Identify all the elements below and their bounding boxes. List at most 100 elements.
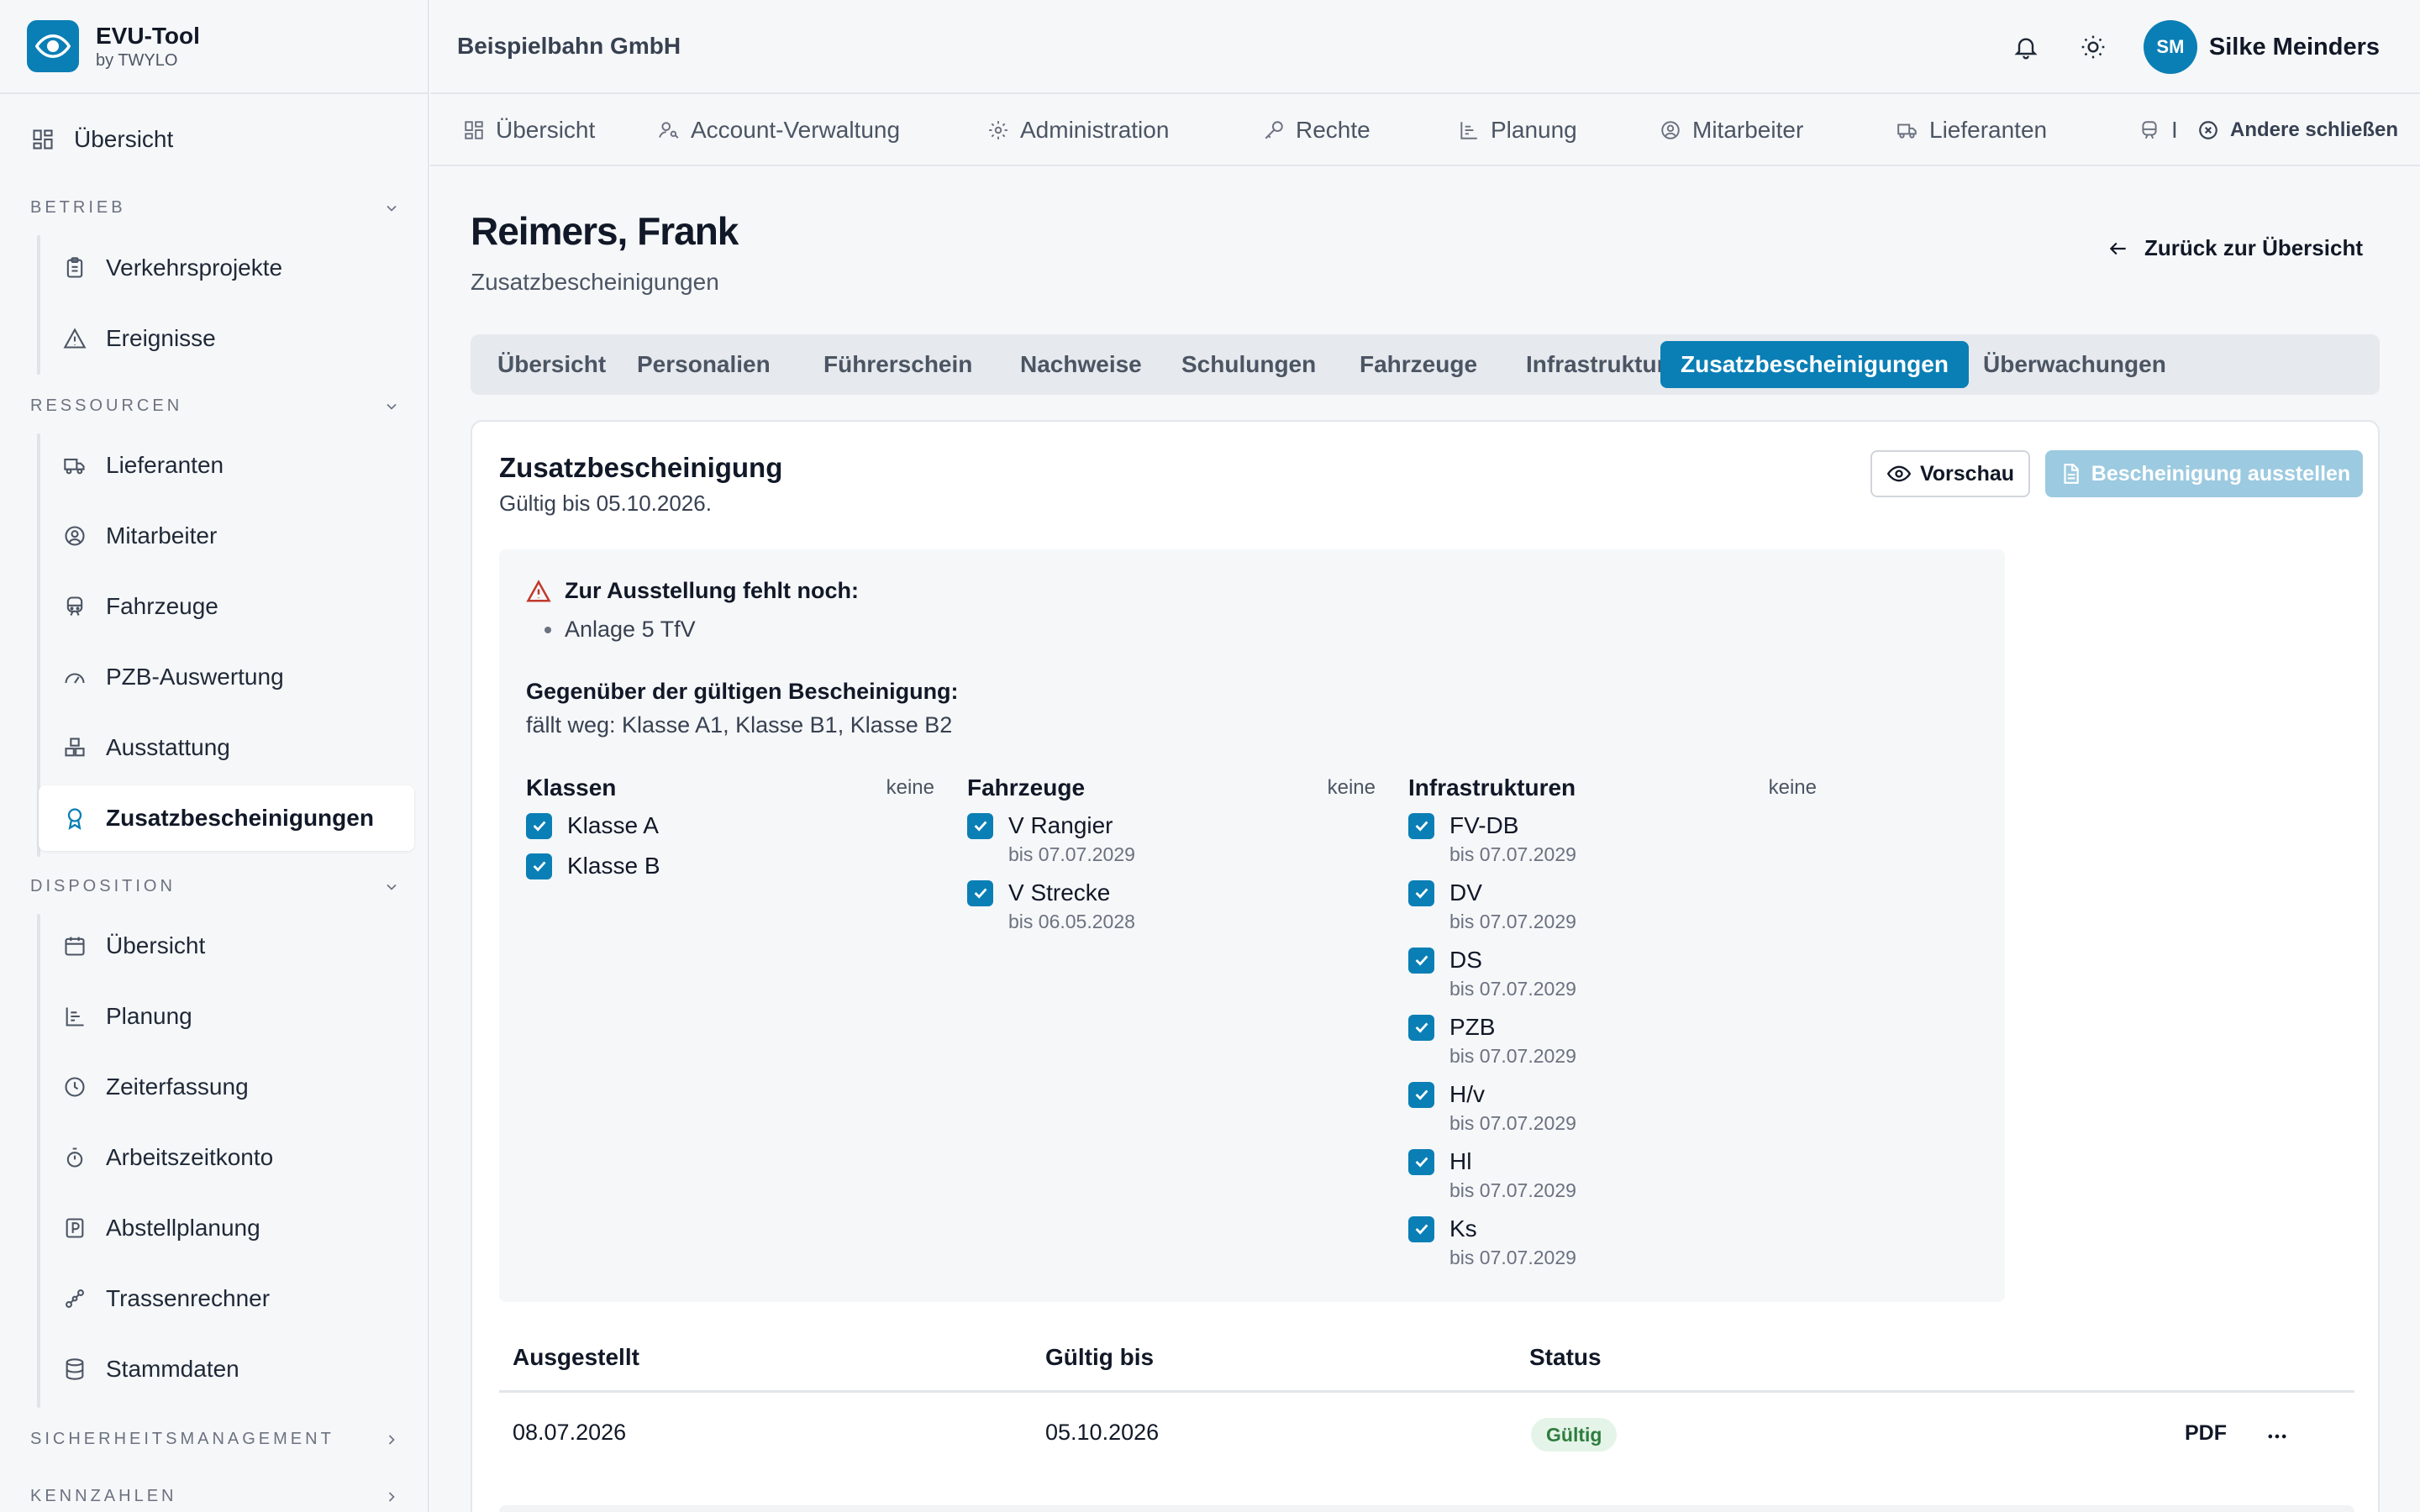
select-none-link[interactable]: keine	[1328, 776, 1376, 800]
sidebar-item-pzb-auswertung[interactable]: PZB-Auswertung	[39, 644, 414, 710]
subtab-personalien[interactable]: Personalien	[617, 341, 791, 388]
sidebar-item-mitarbeiter[interactable]: Mitarbeiter	[39, 503, 414, 569]
subtab-fuehrerschein[interactable]: Führerschein	[803, 341, 992, 388]
checkbox-item[interactable]: Klasse A	[526, 811, 659, 840]
checkbox-checked-icon[interactable]	[1408, 812, 1434, 839]
sidebar: EVU-Tool by TWYLO Übersicht Betrieb Verk…	[0, 0, 429, 1512]
checkbox-checked-icon[interactable]	[967, 879, 993, 906]
subtab-uebersicht[interactable]: Übersicht	[477, 341, 626, 388]
checkbox-checked-icon[interactable]	[1408, 1014, 1434, 1041]
checkbox-item[interactable]: Hl bis 07.07.2029	[1408, 1147, 1576, 1202]
tab-rechte[interactable]: Rechte	[1262, 94, 1370, 166]
company-name: Beispielbahn GmbH	[457, 33, 681, 59]
section-kennzahlen[interactable]: Kennzahlen	[30, 1487, 400, 1506]
issue-certificate-button[interactable]: Bescheinigung ausstellen	[2045, 450, 2363, 497]
checkbox-item[interactable]: V Strecke bis 06.05.2028	[967, 879, 1135, 933]
valid-until-sub: bis 07.07.2029	[1449, 1112, 1576, 1134]
checkbox-checked-icon[interactable]	[526, 853, 552, 879]
sidebar-item-stammdaten[interactable]: Stammdaten	[39, 1336, 414, 1402]
arrow-left-icon	[2106, 236, 2131, 261]
checkbox-item[interactable]: Ks bis 07.07.2029	[1408, 1215, 1576, 1269]
sidebar-item-label: Fahrzeuge	[106, 593, 218, 619]
tab-uebersicht[interactable]: Übersicht	[462, 94, 595, 166]
issue-label: Bescheinigung ausstellen	[2091, 461, 2351, 486]
sun-icon[interactable]	[2076, 30, 2110, 64]
sidebar-item-label: Ereignisse	[106, 325, 216, 351]
checkbox-checked-icon[interactable]	[1408, 1148, 1434, 1175]
tab-planung[interactable]: Planung	[1457, 94, 1577, 166]
award-icon	[62, 806, 87, 831]
gear-icon	[986, 118, 1010, 142]
more-options-icon[interactable]	[2260, 1420, 2294, 1453]
sidebar-item-zusatzbescheinigungen[interactable]: Zusatzbescheinigungen	[39, 785, 414, 851]
subtab-zusatzbescheinigungen[interactable]: Zusatzbescheinigungen	[1660, 341, 1969, 388]
pdf-link[interactable]: PDF	[2185, 1421, 2227, 1446]
section-title: Betrieb	[30, 198, 126, 217]
sidebar-item-label: Planung	[106, 1003, 192, 1029]
tab-administration[interactable]: Administration	[986, 94, 1169, 166]
tab-lieferanten[interactable]: Lieferanten	[1896, 94, 2047, 166]
bell-icon[interactable]	[2009, 30, 2043, 64]
tab-label: Account-Verwaltung	[691, 117, 901, 143]
checkbox-item[interactable]: H/v bis 07.07.2029	[1408, 1080, 1576, 1135]
checkbox-item[interactable]: FV-DB bis 07.07.2029	[1408, 811, 1576, 866]
sidebar-item-abstellplanung[interactable]: Abstellplanung	[39, 1195, 414, 1261]
close-circle-icon	[2196, 118, 2220, 142]
sidebar-item-verkehrsprojekte[interactable]: Verkehrsprojekte	[39, 235, 414, 301]
checkbox-checked-icon[interactable]	[1408, 1081, 1434, 1108]
bar-chart-icon	[62, 1004, 87, 1029]
sidebar-item-ausstattung[interactable]: Ausstattung	[39, 715, 414, 780]
checkbox-item[interactable]: DS bis 07.07.2029	[1408, 946, 1576, 1000]
subtab-ueberwachungen[interactable]: Überwachungen	[1963, 341, 2186, 388]
checkbox-item[interactable]: V Rangier bis 07.07.2029	[967, 811, 1135, 866]
section-disposition[interactable]: Disposition	[30, 877, 400, 896]
sidebar-item-trassenrechner[interactable]: Trassenrechner	[39, 1266, 414, 1331]
open-tabs-bar: Übersicht Account-Verwaltung Administrat…	[430, 94, 2420, 166]
checkbox-item[interactable]: Klasse B	[526, 852, 660, 880]
sidebar-item-zeiterfassung[interactable]: Zeiterfassung	[39, 1054, 414, 1120]
checkbox-item[interactable]: PZB bis 07.07.2029	[1408, 1013, 1576, 1068]
avatar[interactable]: SM	[2143, 20, 2197, 74]
tab-account-verwaltung[interactable]: Account-Verwaltung	[657, 94, 900, 166]
close-others-button[interactable]: Andere schließen	[2196, 94, 2398, 166]
subtab-fahrzeuge[interactable]: Fahrzeuge	[1339, 341, 1497, 388]
sidebar-item-fahrzeuge[interactable]: Fahrzeuge	[39, 574, 414, 639]
valid-until-sub: bis 07.07.2029	[1449, 843, 1576, 865]
checkbox-checked-icon[interactable]	[967, 812, 993, 839]
subtab-schulungen[interactable]: Schulungen	[1161, 341, 1336, 388]
tab-mitarbeiter[interactable]: Mitarbeiter	[1659, 94, 1803, 166]
checkbox-label: Ks	[1449, 1215, 1477, 1242]
sidebar-item-arbeitszeitkonto[interactable]: Arbeitszeitkonto	[39, 1125, 414, 1190]
user-name[interactable]: Silke Meinders	[2209, 34, 2380, 61]
chevron-right-icon	[383, 1431, 400, 1448]
clipboard-icon	[62, 255, 87, 281]
train-icon	[2138, 118, 2161, 142]
sidebar-item-label: Mitarbeiter	[106, 522, 218, 549]
select-none-link[interactable]: keine	[886, 776, 934, 800]
checkbox-checked-icon[interactable]	[526, 812, 552, 839]
checkbox-item[interactable]: DV bis 07.07.2029	[1408, 879, 1576, 933]
sidebar-item-dispo-overview[interactable]: Übersicht	[39, 913, 414, 979]
chevron-down-icon	[383, 879, 400, 895]
checkbox-label: H/v	[1449, 1081, 1485, 1107]
select-none-link[interactable]: keine	[1769, 776, 1817, 800]
back-label: Zurück zur Übersicht	[2144, 235, 2363, 260]
tab-label: Übersicht	[496, 117, 596, 143]
checkbox-checked-icon[interactable]	[1408, 1215, 1434, 1242]
brand[interactable]: EVU-Tool by TWYLO	[0, 0, 428, 94]
section-sicherheitsmanagement[interactable]: Sicherheitsmanagement	[30, 1430, 400, 1449]
missing-title: Zur Ausstellung fehlt noch:	[565, 578, 859, 603]
sidebar-item-lieferanten[interactable]: Lieferanten	[39, 433, 414, 498]
subtab-nachweise[interactable]: Nachweise	[1000, 341, 1162, 388]
sidebar-item-overview[interactable]: Übersicht	[30, 111, 173, 168]
section-ressourcen[interactable]: Ressourcen	[30, 396, 400, 416]
back-to-overview-link[interactable]: Zurück zur Übersicht	[2106, 235, 2363, 261]
checkbox-checked-icon[interactable]	[1408, 947, 1434, 974]
sidebar-item-planung[interactable]: Planung	[39, 984, 414, 1049]
preview-button[interactable]: Vorschau	[1870, 450, 2030, 497]
column-infrastrukturen: Infrastrukturen keine FV-DB bis 07.07.2029…	[1408, 771, 1817, 1268]
sidebar-item-ereignisse[interactable]: Ereignisse	[39, 306, 414, 371]
section-betrieb[interactable]: Betrieb	[30, 198, 400, 218]
checkbox-checked-icon[interactable]	[1408, 879, 1434, 906]
tab-fahrzeuge-truncated[interactable]: I	[2138, 94, 2178, 166]
